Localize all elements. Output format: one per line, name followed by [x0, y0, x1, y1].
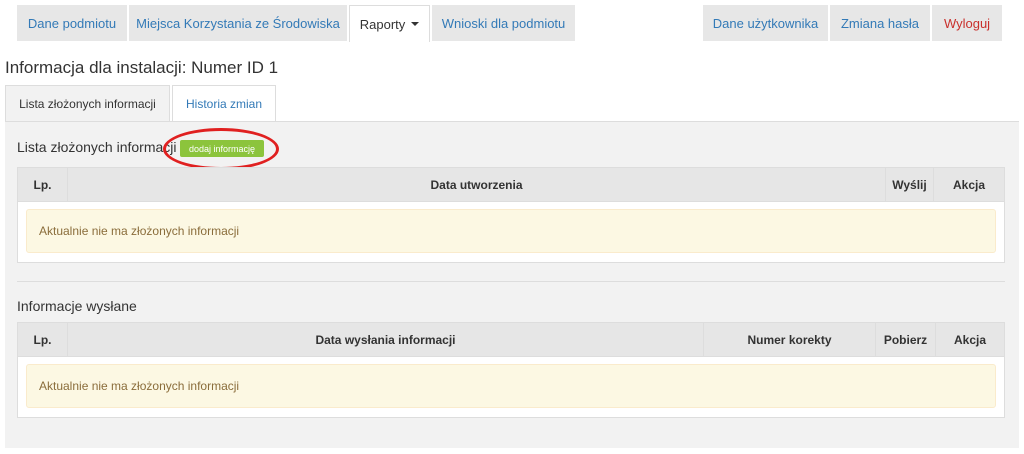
- nav-label: Wnioski dla podmiotu: [441, 15, 566, 31]
- nav-zmiana-hasla[interactable]: Zmiana hasła: [830, 5, 930, 41]
- empty-state-message: Aktualnie nie ma złożonych informacji: [26, 209, 996, 253]
- table-header: Lp. Data wysłania informacji Numer korek…: [18, 323, 1004, 357]
- column-header-data-utworzenia: Data utworzenia: [68, 168, 886, 202]
- tab-label: Historia zmian: [185, 97, 263, 111]
- tab-label: Lista złożonych informacji: [19, 97, 156, 111]
- tab-historia-zmian[interactable]: Historia zmian: [172, 85, 276, 122]
- table-header: Lp. Data utworzenia Wyślij Akcja: [18, 168, 1004, 202]
- nav-raporty-dropdown[interactable]: Raporty: [349, 5, 430, 42]
- nav-label: Raporty: [359, 16, 406, 32]
- column-header-pobierz: Pobierz: [876, 323, 936, 357]
- column-header-numer-korekty: Numer korekty: [704, 323, 876, 357]
- nav-label: Miejsca Korzystania ze Środowiska: [136, 15, 340, 31]
- nav-label: Zmiana hasła: [840, 15, 920, 31]
- column-header-akcja: Akcja: [953, 333, 987, 347]
- column-header-akcja: Akcja: [952, 178, 986, 192]
- column-header-data-wyslania: Data wysłania informacji: [68, 323, 704, 357]
- nav-dane-uzytkownika[interactable]: Dane użytkownika: [703, 5, 828, 41]
- page-title: Informacja dla instalacji: Numer ID 1: [5, 58, 279, 77]
- column-header-lp: Lp.: [18, 168, 68, 202]
- nav-label: Wyloguj: [943, 15, 991, 31]
- nav-wnioski[interactable]: Wnioski dla podmiotu: [432, 5, 575, 41]
- top-navigation: Dane podmiotu Miejsca Korzystania ze Śro…: [0, 0, 1024, 42]
- column-header-lp: Lp.: [18, 323, 68, 357]
- caret-down-icon: [411, 22, 420, 26]
- sent-info-table: Lp. Data wysłania informacji Numer korek…: [17, 322, 1005, 418]
- empty-state-message: Aktualnie nie ma złożonych informacji: [26, 364, 996, 408]
- nav-dane-podmiotu[interactable]: Dane podmiotu: [17, 5, 127, 41]
- section-title-lista: Lista złożonych informacji: [17, 139, 177, 155]
- submitted-info-table: Lp. Data utworzenia Wyślij Akcja Aktualn…: [17, 167, 1005, 263]
- tab-lista-zlozonych[interactable]: Lista złożonych informacji: [5, 85, 170, 122]
- nav-label: Dane użytkownika: [712, 15, 819, 31]
- section-divider: [17, 281, 1005, 282]
- nav-miejsca-korzystania[interactable]: Miejsca Korzystania ze Środowiska: [129, 5, 347, 41]
- nav-label: Dane podmiotu: [27, 15, 117, 31]
- column-header-wyslij: Wyślij: [886, 168, 934, 202]
- section-title-wyslane: Informacje wysłane: [17, 298, 137, 314]
- add-information-button[interactable]: dodaj informację: [180, 140, 264, 157]
- nav-wyloguj[interactable]: Wyloguj: [932, 5, 1002, 41]
